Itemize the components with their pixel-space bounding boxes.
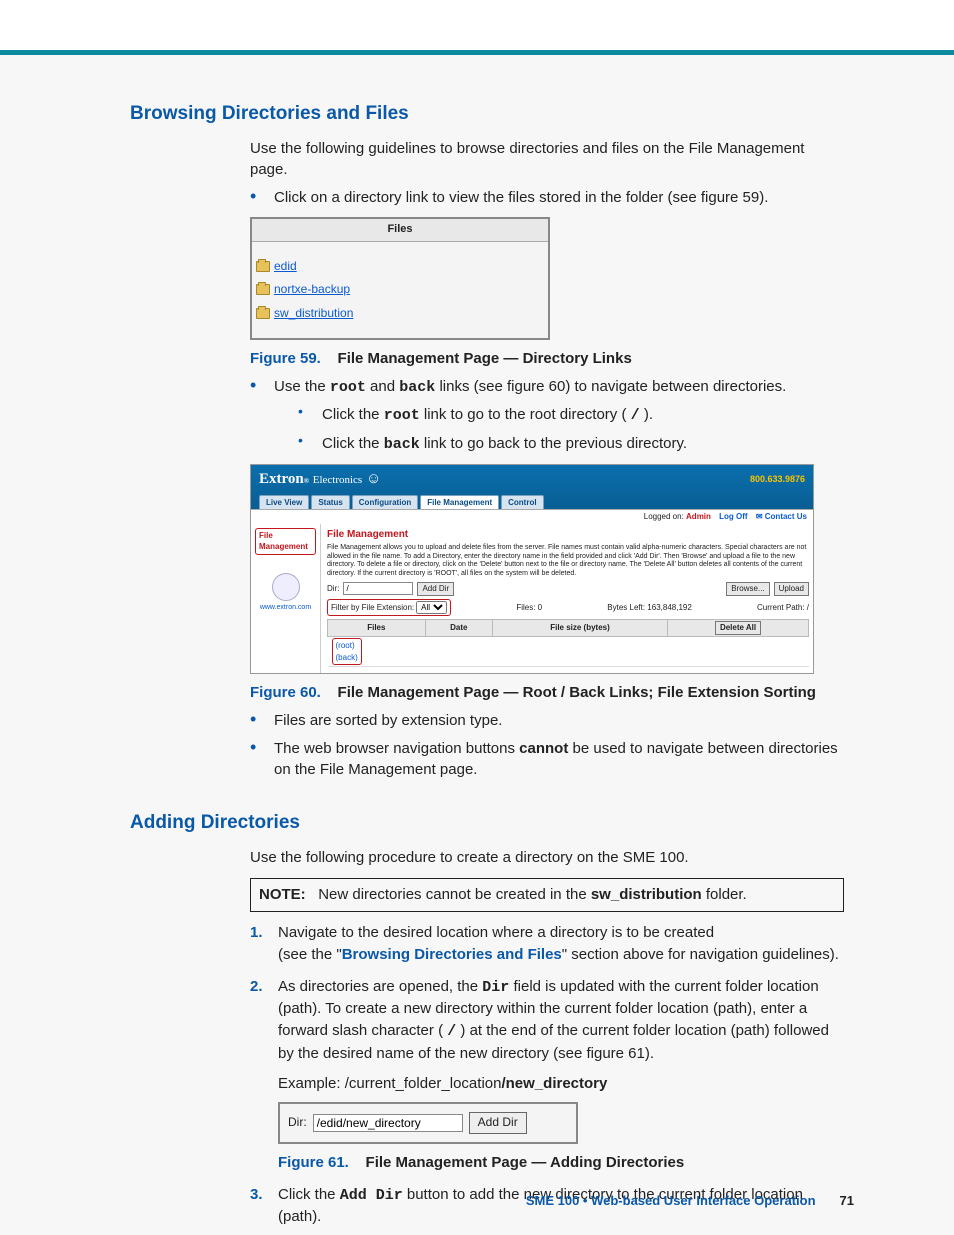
fm-table: Files Date File size (bytes) Delete All … (327, 619, 809, 667)
tab-control[interactable]: Control (501, 495, 543, 510)
note-box: NOTE: New directories cannot be created … (250, 878, 844, 912)
fig59-row-0[interactable]: edid (256, 258, 548, 275)
logoff-link[interactable]: Log Off (719, 512, 747, 521)
tab-bar: Live View Status Configuration File Mana… (259, 495, 805, 510)
sub-back: Click the back link to go back to the pr… (298, 433, 844, 456)
tab-configuration[interactable]: Configuration (352, 495, 418, 510)
tab-live-view[interactable]: Live View (259, 495, 309, 510)
filter-select[interactable]: All (416, 601, 447, 614)
browse-button[interactable]: Browse... (726, 582, 769, 596)
root-link[interactable]: (root) (336, 641, 355, 650)
bullet-nav-buttons: The web browser navigation buttons canno… (250, 738, 844, 782)
fig60-subheader: Logged on: Admin Log Off ✉ Contact Us (251, 509, 813, 524)
upload-button[interactable]: Upload (774, 582, 809, 596)
dir-input[interactable] (343, 582, 413, 595)
bullet-click-dir: Click on a directory link to view the fi… (250, 187, 844, 209)
figure-60-caption: Figure 60. File Management Page — Root /… (250, 682, 844, 704)
fig61-dir-input[interactable] (313, 1114, 463, 1132)
page-top-band (0, 0, 954, 55)
sub-root: Click the root link to go to the root di… (298, 404, 844, 427)
current-path: Current Path: / (757, 602, 809, 614)
back-link[interactable]: (back) (336, 653, 358, 662)
folder-icon (256, 284, 270, 295)
figure-61-screenshot: Dir: Add Dir (278, 1102, 578, 1143)
xref-browsing[interactable]: Browsing Directories and Files (342, 946, 562, 963)
side-logo-icon (272, 573, 300, 601)
tab-file-management[interactable]: File Management (420, 495, 499, 510)
side-url[interactable]: www.extron.com (255, 603, 316, 613)
th-files: Files (328, 619, 426, 636)
page-content: Browsing Directories and Files Use the f… (0, 100, 954, 1228)
figure-59-screenshot: Files edid nortxe-backup sw_distribution (250, 217, 550, 340)
section1-intro: Use the following guidelines to browse d… (250, 138, 844, 182)
fig59-link-0[interactable]: edid (274, 258, 297, 275)
filter-box: Filter by File Extension: All (327, 599, 451, 616)
figure-59-caption: Figure 59. File Management Page — Direct… (250, 348, 844, 370)
fm-title: File Management (327, 528, 809, 543)
fig59-row-1[interactable]: nortxe-backup (256, 281, 548, 298)
fig60-sidebar: File Management www.extron.com (251, 524, 321, 673)
tab-status[interactable]: Status (311, 495, 349, 510)
section1-heading: Browsing Directories and Files (130, 100, 864, 128)
section2-intro: Use the following procedure to create a … (250, 847, 844, 869)
fig59-link-1[interactable]: nortxe-backup (274, 281, 350, 298)
phone-number: 800.633.9876 (750, 473, 805, 486)
fig59-row-2[interactable]: sw_distribution (256, 305, 548, 322)
folder-icon (256, 308, 270, 319)
brand-extron: Extron® Electronics ☺ (259, 471, 381, 487)
th-date: Date (425, 619, 492, 636)
root-back-box: (root) (back) (332, 638, 362, 665)
side-file-mgmt[interactable]: File Management (255, 528, 316, 555)
fig59-link-2[interactable]: sw_distribution (274, 305, 353, 322)
dir-label: Dir: (327, 583, 339, 595)
step-1: 1. Navigate to the desired location wher… (250, 922, 844, 966)
contact-link[interactable]: ✉ Contact Us (756, 512, 807, 521)
page-footer: SME 100 • Web-based User Interface Opera… (0, 1192, 954, 1211)
fig59-header: Files (252, 219, 548, 242)
bullet-sorted: Files are sorted by extension type. (250, 710, 844, 732)
bytes-left: Bytes Left: 163,848,192 (607, 602, 692, 614)
step-2: 2. As directories are opened, the Dir fi… (250, 976, 844, 1174)
figure-61-caption: Figure 61. File Management Page — Adding… (278, 1152, 844, 1174)
fig60-header: 800.633.9876 Extron® Electronics ☺ Live … (251, 465, 813, 509)
th-delete-all: Delete All (668, 619, 809, 636)
delete-all-button[interactable]: Delete All (715, 621, 761, 635)
fig61-dir-label: Dir: (288, 1114, 307, 1131)
folder-icon (256, 261, 270, 272)
section2-heading: Adding Directories (130, 809, 864, 837)
files-count: Files: 0 (516, 602, 542, 614)
figure-60-screenshot: 800.633.9876 Extron® Electronics ☺ Live … (250, 464, 814, 674)
bullet-root-back: Use the root and back links (see figure … (250, 376, 844, 456)
fm-description: File Management allows you to upload and… (327, 544, 809, 578)
th-size: File size (bytes) (492, 619, 667, 636)
fig61-add-dir-button[interactable]: Add Dir (469, 1112, 527, 1133)
add-dir-button[interactable]: Add Dir (417, 582, 454, 596)
